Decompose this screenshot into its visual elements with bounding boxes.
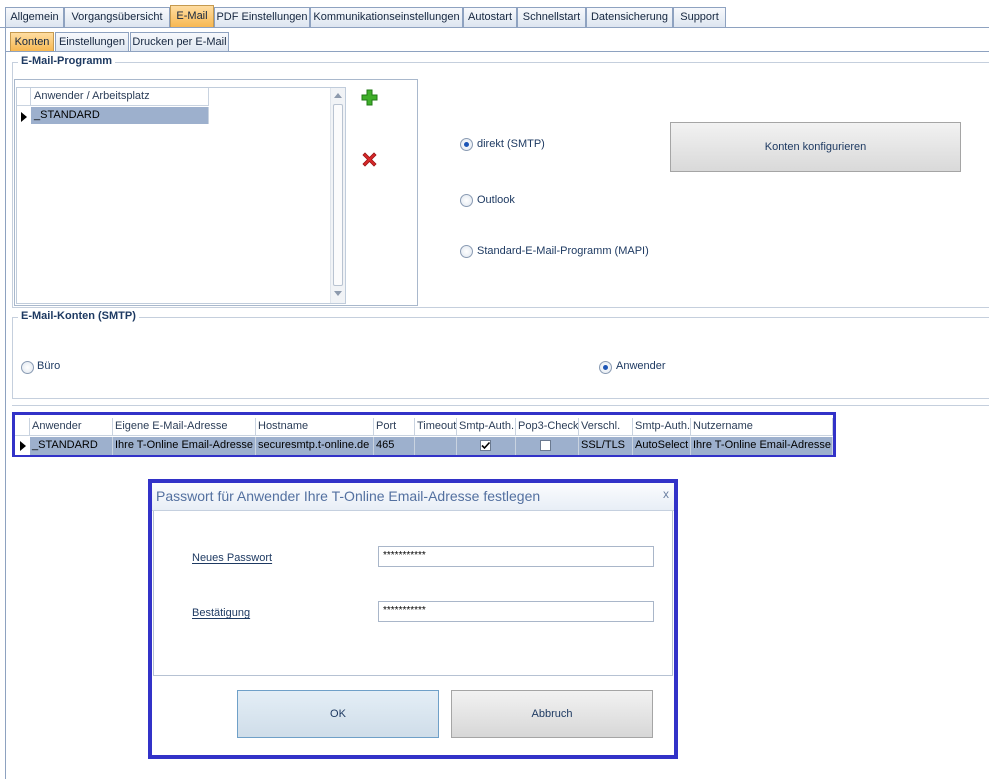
radio-smtp-label[interactable]: direkt (SMTP) [477, 138, 545, 150]
grid-header-smtp-auth-mode[interactable]: Smtp-Auth. [633, 418, 691, 436]
grid-header-port[interactable]: Port [374, 418, 415, 436]
radio-buero-label[interactable]: Büro [37, 360, 60, 372]
grid-cell-pop3[interactable] [516, 437, 579, 455]
close-icon[interactable]: x [663, 487, 669, 501]
radio-outlook[interactable] [460, 194, 473, 207]
ok-button[interactable]: OK [237, 690, 439, 738]
tab-divider [0, 27, 989, 28]
user-list[interactable]: Anwender / Arbeitsplatz _STANDARD [16, 87, 346, 304]
grid-indicator-header [15, 418, 30, 436]
tab-vorgangsuebersicht[interactable]: Vorgangsübersicht [64, 7, 170, 27]
tab-email[interactable]: E-Mail [170, 5, 214, 28]
dialog-title: Passwort für Anwender Ihre T-Online Emai… [156, 488, 541, 504]
list-indicator-header [17, 88, 31, 106]
x-icon[interactable] [361, 151, 378, 168]
new-password-label: Neues Passwort [192, 552, 273, 564]
radio-buero[interactable] [21, 361, 34, 374]
grid-cell-encryption[interactable]: SSL/TLS [579, 437, 633, 455]
list-scrollbar[interactable] [330, 88, 345, 303]
tab-datensicherung[interactable]: Datensicherung [586, 7, 673, 27]
sub-tab-divider [5, 51, 989, 52]
tab-allgemein[interactable]: Allgemein [5, 7, 64, 27]
dialog-body: Neues Passwort *********** Bestätigung *… [153, 511, 673, 676]
grid-cell-hostname[interactable]: securesmtp.t-online.de [256, 437, 374, 455]
check-icon [481, 441, 491, 450]
grid-cell-email[interactable]: Ihre T-Online Email-Adresse [113, 437, 256, 455]
smtp-accounts-group [12, 317, 989, 399]
grid-header-username[interactable]: Nutzername [691, 418, 833, 436]
smtp-auth-checkbox[interactable] [480, 440, 491, 451]
tab-support[interactable]: Support [673, 7, 726, 27]
separator [12, 405, 989, 406]
grid-header-pop3-check[interactable]: Pop3-Check [516, 418, 579, 436]
dialog-titlebar[interactable]: Passwort für Anwender Ihre T-Online Emai… [152, 483, 674, 511]
list-header-user[interactable]: Anwender / Arbeitsplatz [31, 88, 209, 106]
grid-cell-smtp-auth-mode[interactable]: AutoSelect [633, 437, 691, 455]
tab-schnellstart[interactable]: Schnellstart [517, 7, 586, 27]
grid-header-encryption[interactable]: Verschl. [579, 418, 633, 436]
pop3-checkbox[interactable] [540, 440, 551, 451]
scroll-up-icon[interactable] [334, 93, 342, 98]
plus-icon[interactable] [361, 89, 378, 106]
confirm-password-label: Bestätigung [192, 607, 251, 619]
grid-cell-smtp-auth[interactable] [457, 437, 516, 455]
tab-autostart[interactable]: Autostart [463, 7, 517, 27]
configure-accounts-button[interactable]: Konten konfigurieren [670, 122, 961, 172]
grid-header-timeout[interactable]: Timeout [415, 418, 457, 436]
subtab-einstellungen[interactable]: Einstellungen [55, 32, 129, 52]
cancel-button[interactable]: Abbruch [451, 690, 653, 738]
grid-header-smtp-auth[interactable]: Smtp-Auth. [457, 418, 516, 436]
radio-smtp[interactable] [460, 138, 473, 151]
grid-header-hostname[interactable]: Hostname [256, 418, 374, 436]
tab-kommunikationseinstellungen[interactable]: Kommunikationseinstellungen [310, 7, 463, 27]
smtp-accounts-title: E-Mail-Konten (SMTP) [18, 310, 139, 322]
grid-header-email[interactable]: Eigene E-Mail-Adresse [113, 418, 256, 436]
subtab-konten[interactable]: Konten [10, 32, 54, 52]
frame-border [5, 27, 6, 779]
row-indicator-icon [21, 112, 27, 122]
email-program-title: E-Mail-Programm [18, 55, 116, 67]
grid-header-user[interactable]: Anwender [30, 418, 113, 436]
tab-pdf-einstellungen[interactable]: PDF Einstellungen [214, 7, 310, 27]
confirm-password-field[interactable]: *********** [378, 601, 654, 622]
scroll-down-icon[interactable] [334, 291, 342, 296]
new-password-field[interactable]: *********** [378, 546, 654, 567]
radio-mapi[interactable] [460, 245, 473, 258]
scroll-thumb[interactable] [333, 104, 343, 286]
grid-cell-username[interactable]: Ihre T-Online Email-Adresse [691, 437, 833, 455]
radio-anwender[interactable] [599, 361, 612, 374]
radio-outlook-label[interactable]: Outlook [477, 194, 515, 206]
subtab-drucken-per-email[interactable]: Drucken per E-Mail [130, 32, 229, 52]
password-dialog: Passwort für Anwender Ihre T-Online Emai… [148, 479, 678, 759]
accounts-grid[interactable]: Anwender Eigene E-Mail-Adresse Hostname … [12, 412, 836, 457]
grid-cell-port[interactable]: 465 [374, 437, 415, 455]
list-item[interactable]: _STANDARD [31, 107, 209, 124]
radio-mapi-label[interactable]: Standard-E-Mail-Programm (MAPI) [477, 245, 649, 257]
grid-cell-user[interactable]: _STANDARD [30, 437, 113, 455]
grid-row-indicator-icon [20, 441, 26, 451]
radio-anwender-label[interactable]: Anwender [616, 360, 666, 372]
grid-cell-timeout[interactable] [415, 437, 457, 455]
